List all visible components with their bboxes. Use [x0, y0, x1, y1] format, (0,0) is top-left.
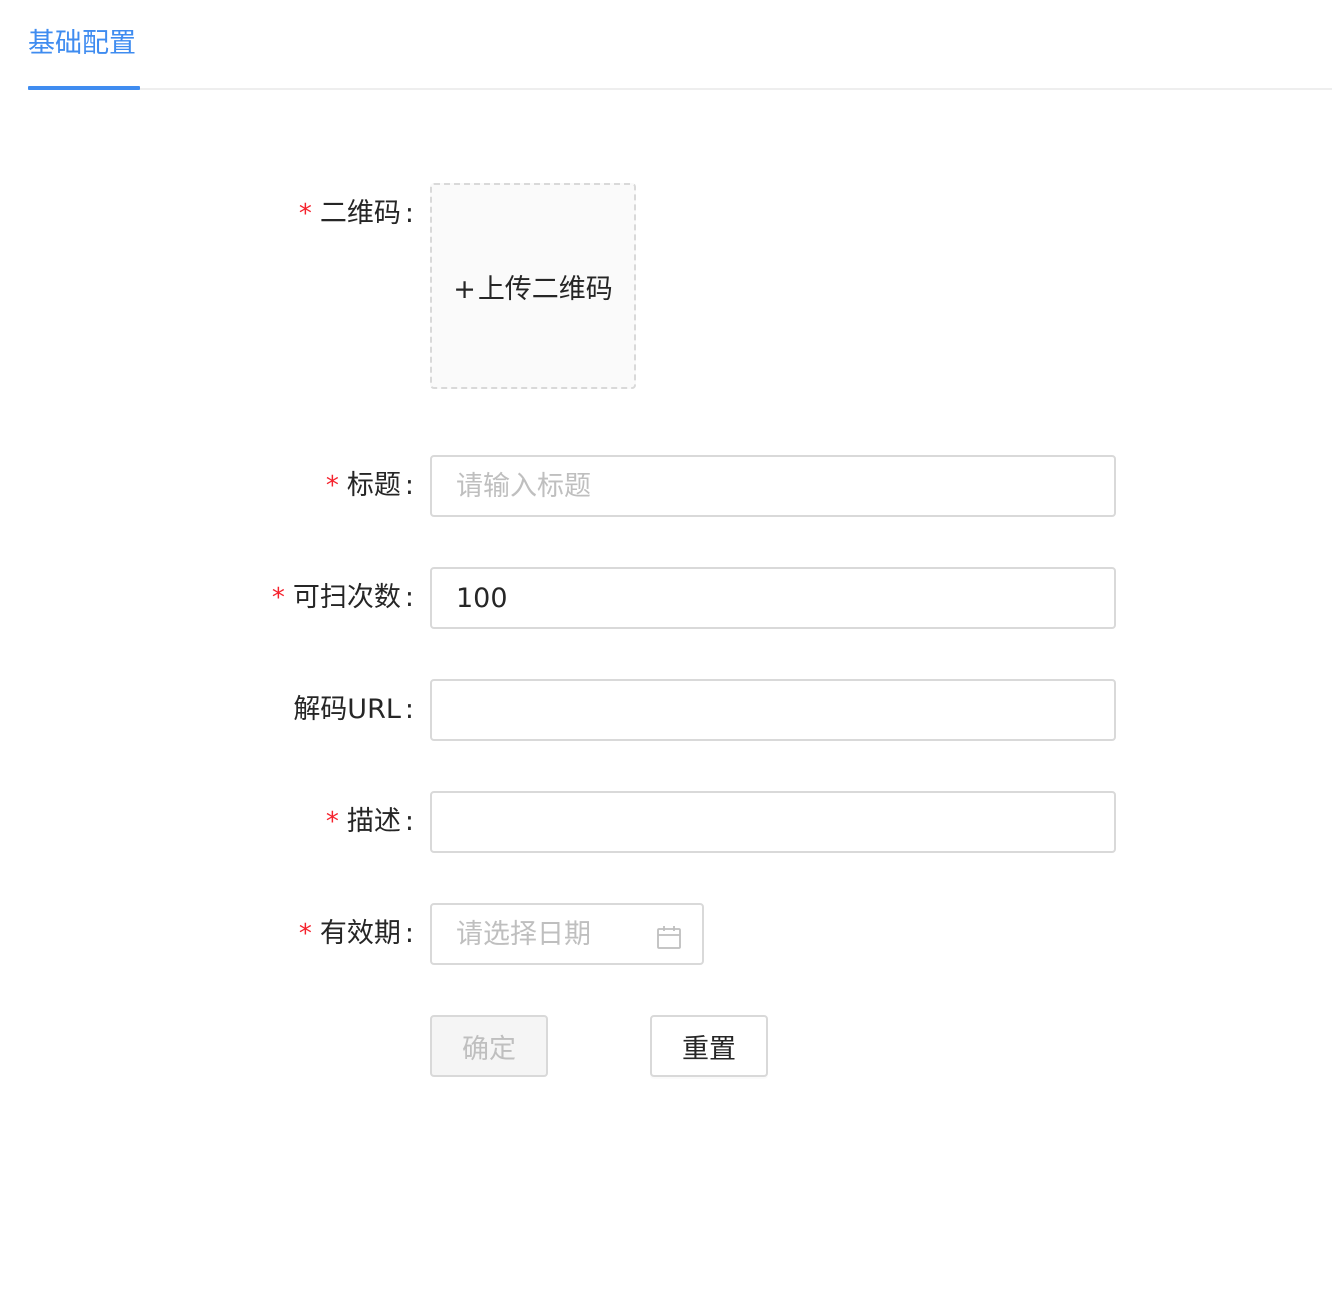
description-label-text: 描述	[346, 806, 401, 837]
required-mark: *	[298, 919, 312, 949]
upload-text: +上传二维码	[453, 267, 613, 306]
required-mark: *	[325, 471, 339, 501]
label-colon: :	[404, 198, 414, 229]
confirm-button[interactable]: 确定	[430, 1015, 548, 1077]
qrcode-label: * 二维码:	[299, 196, 414, 232]
description-input[interactable]	[430, 791, 1116, 853]
title-input[interactable]	[430, 455, 1116, 517]
label-colon: :	[404, 582, 414, 613]
qrcode-config-page: 基础配置 *二维码: +上传二维码 *标题: *可扫次数: 解码URL: *描述…	[0, 0, 1332, 1312]
tab-active-indicator	[28, 86, 140, 90]
decode-url-label: 解码URL:	[293, 692, 414, 728]
required-mark: *	[325, 807, 339, 837]
calendar-icon	[657, 926, 681, 949]
qrcode-upload-button[interactable]: +上传二维码	[430, 183, 636, 389]
description-label: * 描述:	[326, 804, 414, 840]
scan-count-label: * 可扫次数:	[272, 580, 414, 616]
label-colon: :	[404, 470, 414, 501]
tab-basic-config[interactable]: 基础配置	[28, 0, 140, 90]
tab-basic-config-label: 基础配置	[28, 28, 136, 59]
label-colon: :	[404, 694, 414, 725]
scan-count-input[interactable]	[430, 567, 1116, 629]
required-mark: *	[298, 199, 312, 229]
label-colon: :	[404, 806, 414, 837]
validity-label: * 有效期:	[299, 916, 414, 952]
validity-date-picker[interactable]: 请选择日期	[430, 903, 704, 965]
title-label: * 标题:	[326, 468, 414, 504]
scan-count-label-text: 可扫次数	[292, 582, 401, 613]
label-colon: :	[404, 918, 414, 949]
upload-label: 上传二维码	[477, 273, 613, 305]
decode-url-input[interactable]	[430, 679, 1116, 741]
title-label-text: 标题	[346, 470, 401, 501]
reset-button[interactable]: 重置	[650, 1015, 768, 1077]
validity-label-text: 有效期	[319, 918, 401, 949]
date-placeholder: 请选择日期	[456, 919, 591, 950]
plus-icon: +	[453, 273, 476, 305]
decode-url-label-text: 解码URL	[293, 694, 401, 725]
tab-bar-divider	[28, 88, 1332, 90]
required-mark: *	[271, 583, 285, 613]
qrcode-label-text: 二维码	[319, 198, 401, 229]
tab-bar: 基础配置	[0, 0, 1332, 90]
